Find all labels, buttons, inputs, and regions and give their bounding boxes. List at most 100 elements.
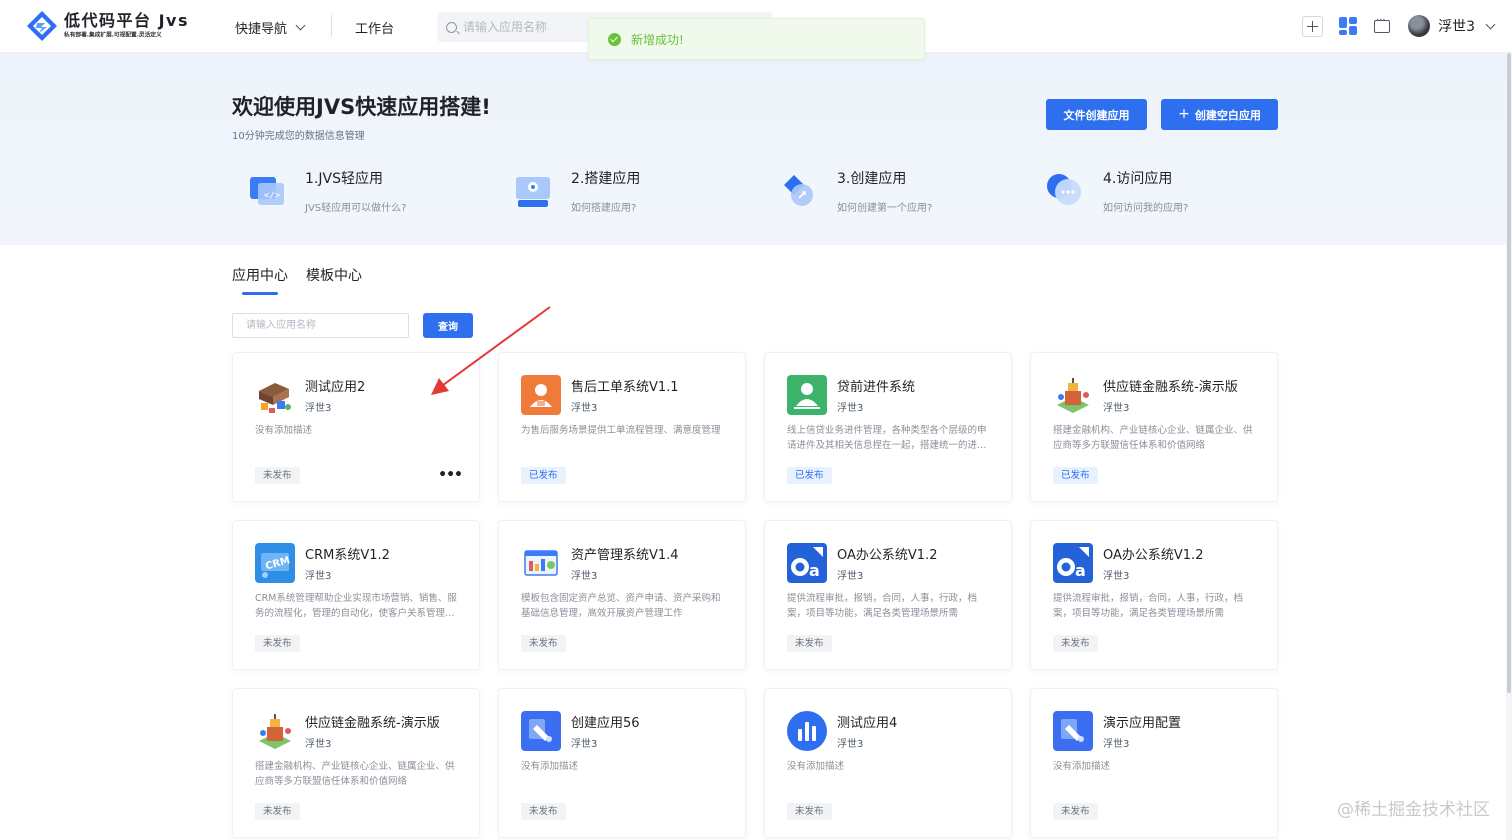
- more-options-button[interactable]: •••: [438, 467, 463, 483]
- message-icon[interactable]: [1374, 15, 1391, 33]
- tab-app-center[interactable]: 应用中心: [232, 265, 288, 285]
- watermark: @稀土掘金技术社区: [1337, 800, 1490, 820]
- step-desc: 如何搭建应用?: [571, 203, 637, 214]
- app-card[interactable]: 供应链金融系统-演示版 浮世3 搭建金融机构、产业链核心企业、链属企业、供应商等…: [232, 688, 480, 838]
- create-blank-app-button[interactable]: + 创建空白应用: [1161, 99, 1278, 130]
- create-blank-app-label: 创建空白应用: [1194, 108, 1261, 122]
- app-card[interactable]: 资产管理系统V1.4 浮世3 模板包含固定资产总览、资产申请、资产采购和基础信息…: [498, 520, 746, 670]
- app-description: 搭建金融机构、产业链核心企业、链属企业、供应商等多方联盟信任体系和价值网络: [1053, 425, 1253, 451]
- step-desc: JVS轻应用可以做什么?: [305, 203, 407, 214]
- status-badge: 未发布: [787, 803, 832, 820]
- app-owner: 浮世3: [1103, 571, 1130, 582]
- app-description: 线上信贷业务进件管理，各种类型各个层级的申请进件及其相关信息捏在一起，搭建统一的…: [787, 425, 987, 451]
- logo[interactable]: 低代码平台 Jvs 私有部署.集成扩展.可视配置.灵活定义: [26, 10, 189, 42]
- create-from-file-button[interactable]: 文件创建应用: [1046, 99, 1147, 130]
- app-owner: 浮世3: [305, 403, 332, 414]
- app-name: 创建应用56: [571, 716, 640, 731]
- applicant-icon: [787, 375, 827, 415]
- avatar[interactable]: [1408, 15, 1431, 37]
- toast-message: 新增成功!: [631, 32, 684, 47]
- app-description: 提供流程审批，报销，合同，人事，行政，档案，项目等功能，满足各类管理场景所需: [787, 593, 978, 619]
- step-item-create-app[interactable]: 3.创建应用 如何创建第一个应用?: [780, 169, 932, 214]
- app-tool-icon: [521, 711, 561, 751]
- status-badge: 未发布: [1053, 803, 1098, 820]
- app-name: 供应链金融系统-演示版: [1103, 380, 1238, 395]
- app-card[interactable]: a OA办公系统V1.2 浮世3 提供流程审批，报销，合同，人事，行政，档案，项…: [1030, 520, 1278, 670]
- status-badge: 未发布: [1053, 635, 1098, 652]
- top-search-input[interactable]: [463, 20, 583, 34]
- welcome-subtitle: 10分钟完成您的数据信息管理: [232, 131, 365, 142]
- chevron-down-icon[interactable]: [1485, 19, 1496, 29]
- check-circle-icon: [608, 32, 621, 46]
- app-owner: 浮世3: [305, 739, 332, 750]
- app-name: OA办公系统V1.2: [1103, 548, 1204, 563]
- app-owner: 浮世3: [837, 571, 864, 582]
- step-desc: 如何创建第一个应用?: [837, 203, 933, 214]
- page-scrollbar-thumb[interactable]: [1507, 53, 1511, 693]
- status-badge: 未发布: [255, 467, 300, 484]
- step-item-visit-app[interactable]: 4.访问应用 如何访问我的应用?: [1046, 169, 1188, 214]
- chat-bubble-icon: [1046, 171, 1086, 211]
- monitor-build-icon: [514, 171, 554, 211]
- app-card[interactable]: 演示应用配置 浮世3 没有添加描述 未发布: [1030, 688, 1278, 838]
- app-card[interactable]: 贷前进件系统 浮世3 线上信贷业务进件管理，各种类型各个层级的申请进件及其相关信…: [764, 352, 1012, 502]
- status-badge: 已发布: [521, 467, 566, 484]
- app-description: 没有添加描述: [1053, 761, 1111, 772]
- step-desc: 如何访问我的应用?: [1103, 203, 1189, 214]
- supply-chain-icon: [255, 711, 295, 751]
- tab-template-center[interactable]: 模板中心: [306, 265, 362, 285]
- app-card[interactable]: CRM CRM系统V1.2 浮世3 CRM系统管理帮助企业实现市场营销、销售、服…: [232, 520, 480, 670]
- bar-chart-icon: [787, 711, 827, 751]
- app-description: 模板包含固定资产总览、资产申请、资产采购和基础信息管理，高效开展资产管理工作: [521, 593, 721, 619]
- app-name: 贷前进件系统: [837, 380, 916, 395]
- add-button[interactable]: [1302, 15, 1324, 37]
- building-blocks-icon: [255, 375, 295, 415]
- svg-text:a: a: [809, 561, 820, 580]
- code-window-icon: </>: [248, 171, 288, 211]
- welcome-banner: 欢迎使用JVS快速应用搭建! 10分钟完成您的数据信息管理 文件创建应用 + 创…: [0, 53, 1512, 245]
- app-card[interactable]: 创建应用56 浮世3 没有添加描述 未发布: [498, 688, 746, 838]
- step-title: 3.创建应用: [837, 171, 907, 187]
- app-name: 测试应用2: [305, 380, 366, 395]
- app-owner: 浮世3: [837, 403, 864, 414]
- app-card[interactable]: a OA办公系统V1.2 浮世3 提供流程审批，报销，合同，人事，行政，档案，项…: [764, 520, 1012, 670]
- annotation-arrow: [431, 306, 551, 395]
- app-owner: 浮世3: [305, 571, 332, 582]
- app-card[interactable]: 测试应用4 浮世3 没有添加描述 未发布: [764, 688, 1012, 838]
- plus-icon: +: [1178, 105, 1190, 122]
- quick-nav-dropdown[interactable]: 快捷导航: [235, 18, 306, 37]
- app-description: 没有添加描述: [255, 425, 313, 436]
- app-owner: 浮世3: [1103, 739, 1130, 750]
- status-badge: 未发布: [255, 635, 300, 652]
- app-owner: 浮世3: [571, 571, 598, 582]
- step-item-build-app[interactable]: 2.搭建应用 如何搭建应用?: [514, 169, 640, 214]
- workbench-link[interactable]: 工作台: [355, 18, 394, 37]
- apps-grid-icon[interactable]: [1339, 17, 1358, 35]
- app-owner: 浮世3: [571, 403, 598, 414]
- logo-title: 低代码平台 Jvs: [64, 11, 189, 30]
- step-item-jvs-light-app[interactable]: </> 1.JVS轻应用 JVS轻应用可以做什么?: [248, 169, 406, 214]
- app-name: 供应链金融系统-演示版: [305, 716, 440, 731]
- svg-text:</>: </>: [264, 191, 281, 201]
- asset-dashboard-icon: [521, 543, 561, 583]
- app-name: OA办公系统V1.2: [837, 548, 938, 563]
- status-badge: 未发布: [521, 635, 566, 652]
- create-from-file-label: 文件创建应用: [1063, 108, 1130, 122]
- app-description: 为售后服务场景提供工单流程管理、满意度管理: [521, 425, 721, 436]
- app-description: 没有添加描述: [521, 761, 579, 772]
- crm-icon: CRM: [255, 543, 295, 583]
- app-card[interactable]: 供应链金融系统-演示版 浮世3 搭建金融机构、产业链核心企业、链属企业、供应商等…: [1030, 352, 1278, 502]
- active-tab-indicator: [242, 292, 278, 295]
- app-owner: 浮世3: [571, 739, 598, 750]
- chevron-down-icon: [295, 20, 306, 31]
- app-search-input[interactable]: [232, 313, 409, 338]
- search-icon: [446, 21, 457, 33]
- user-name[interactable]: 浮世3: [1438, 16, 1475, 36]
- app-name: 资产管理系统V1.4: [571, 548, 679, 563]
- status-badge: 未发布: [255, 803, 300, 820]
- logo-subtitle: 私有部署.集成扩展.可视配置.灵活定义: [64, 31, 162, 39]
- welcome-title: 欢迎使用JVS快速应用搭建!: [232, 95, 491, 119]
- create-shapes-icon: [780, 171, 820, 211]
- logo-icon: [26, 10, 58, 42]
- oa-icon: a: [787, 543, 827, 583]
